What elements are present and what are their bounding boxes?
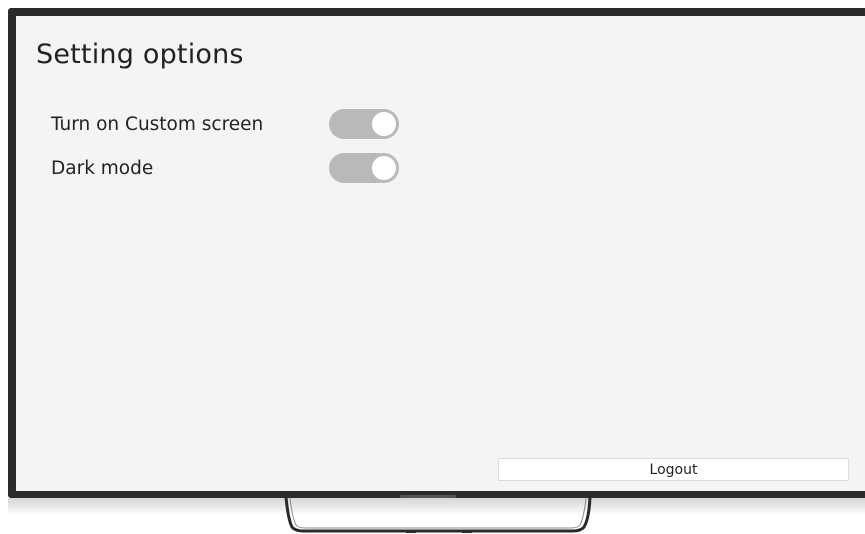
- setting-row-dark-mode: Dark mode: [51, 153, 411, 183]
- setting-row-custom-screen: Turn on Custom screen: [51, 109, 411, 139]
- setting-label-dark-mode: Dark mode: [51, 158, 154, 179]
- logout-button[interactable]: Logout: [498, 458, 849, 481]
- tv-screen: Setting options Turn on Custom screen Da…: [16, 16, 865, 491]
- tv-stand-icon: [284, 495, 592, 533]
- dark-mode-toggle[interactable]: [329, 153, 399, 183]
- toggle-knob: [372, 112, 396, 136]
- custom-screen-toggle[interactable]: [329, 109, 399, 139]
- page-title: Setting options: [36, 39, 244, 70]
- toggle-knob: [372, 156, 396, 180]
- tv-bezel: Setting options Turn on Custom screen Da…: [8, 8, 865, 498]
- setting-label-custom-screen: Turn on Custom screen: [51, 114, 264, 135]
